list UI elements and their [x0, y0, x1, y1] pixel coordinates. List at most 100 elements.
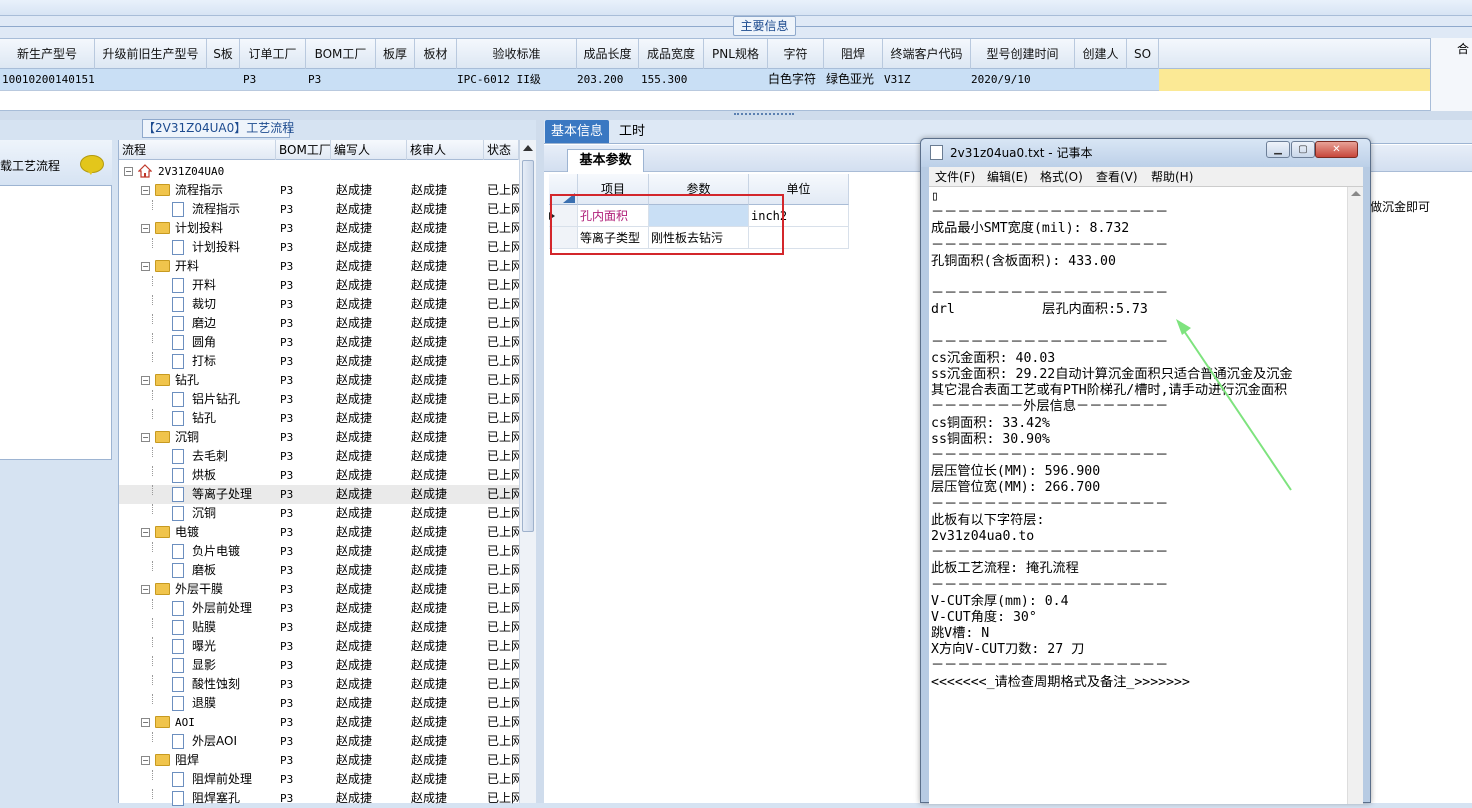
- tree-row[interactable]: 曝光 P3 赵成捷 赵成捷 已上网: [119, 637, 519, 656]
- col-header-status[interactable]: 状态: [484, 140, 519, 160]
- notepad-scrollbar[interactable]: [1347, 187, 1363, 804]
- col-header[interactable]: 板材: [415, 39, 457, 69]
- menu-format[interactable]: 格式(O): [1040, 167, 1083, 187]
- minimize-icon[interactable]: ▁: [1266, 141, 1290, 158]
- col-header[interactable]: 终端客户代码: [883, 39, 971, 69]
- tree-node-label: 贴膜: [192, 620, 217, 634]
- scroll-up-icon[interactable]: [523, 145, 533, 151]
- tree-row[interactable]: − 沉铜 P3 赵成捷 赵成捷 已上网: [119, 428, 519, 447]
- tree-row[interactable]: 外层前处理 P3 赵成捷 赵成捷 已上网: [119, 599, 519, 618]
- splitter-grip-icon[interactable]: [734, 113, 794, 117]
- maximize-icon[interactable]: ▢: [1291, 141, 1315, 158]
- tree-row[interactable]: 裁切 P3 赵成捷 赵成捷 已上网: [119, 295, 519, 314]
- col-header[interactable]: PNL规格: [704, 39, 768, 69]
- col-header[interactable]: 升级前旧生产型号: [95, 39, 207, 69]
- collapse-icon[interactable]: −: [141, 433, 150, 442]
- col-header[interactable]: 阻焊: [824, 39, 883, 69]
- tree-row[interactable]: 显影 P3 赵成捷 赵成捷 已上网: [119, 656, 519, 675]
- tree-row[interactable]: 退膜 P3 赵成捷 赵成捷 已上网: [119, 694, 519, 713]
- menu-edit[interactable]: 编辑(E): [987, 167, 1028, 187]
- tree-row[interactable]: 流程指示 P3 赵成捷 赵成捷 已上网: [119, 200, 519, 219]
- col-header-reviewer[interactable]: 核审人: [407, 140, 484, 160]
- col-header[interactable]: S板: [207, 39, 240, 69]
- tree-row[interactable]: − 阻焊 P3 赵成捷 赵成捷 已上网: [119, 751, 519, 770]
- tab-basic-params[interactable]: 基本参数: [567, 149, 644, 172]
- tree-bom-factory: P3: [280, 564, 294, 577]
- tree-row[interactable]: 去毛刺 P3 赵成捷 赵成捷 已上网: [119, 447, 519, 466]
- tree-row[interactable]: − AOI P3 赵成捷 赵成捷 已上网: [119, 713, 519, 732]
- collapse-icon[interactable]: −: [141, 528, 150, 537]
- tree-bom-factory: P3: [280, 754, 294, 767]
- notepad-titlebar[interactable]: 2v31z04ua0.txt - 记事本 ▁ ▢ ✕: [921, 139, 1370, 167]
- scroll-thumb[interactable]: [522, 160, 534, 532]
- collapse-icon[interactable]: −: [141, 262, 150, 271]
- tree-row[interactable]: 圆角 P3 赵成捷 赵成捷 已上网: [119, 333, 519, 352]
- tree-row[interactable]: 钻孔 P3 赵成捷 赵成捷 已上网: [119, 409, 519, 428]
- chat-bubble-icon[interactable]: [80, 155, 104, 175]
- col-header[interactable]: 成品宽度: [639, 39, 704, 69]
- main-info-label[interactable]: 主要信息: [733, 16, 796, 36]
- menu-help[interactable]: 帮助(H): [1151, 167, 1193, 187]
- tree-row[interactable]: − 电镀 P3 赵成捷 赵成捷 已上网: [119, 523, 519, 542]
- tree-reviewer: 赵成捷: [411, 183, 448, 197]
- cell-width: 155.300: [641, 73, 688, 86]
- col-header[interactable]: SO: [1127, 39, 1159, 69]
- cell-acceptance-standard: IPC-6012 II级: [457, 73, 541, 86]
- col-header[interactable]: 板厚: [376, 39, 415, 69]
- menu-file[interactable]: 文件(F): [935, 167, 975, 187]
- col-header[interactable]: 验收标准: [457, 39, 577, 69]
- tab-basic-info[interactable]: 基本信息: [545, 120, 609, 143]
- col-header[interactable]: 字符: [768, 39, 824, 69]
- tree-row[interactable]: − 计划投料 P3 赵成捷 赵成捷 已上网: [119, 219, 519, 238]
- col-header[interactable]: 成品长度: [577, 39, 639, 69]
- tree-row[interactable]: 阻焊塞孔 P3 赵成捷 赵成捷 已上网: [119, 789, 519, 808]
- collapse-icon[interactable]: −: [141, 224, 150, 233]
- tree-author: 赵成捷: [336, 506, 373, 520]
- tree-status: 已上网: [487, 506, 519, 520]
- col-header[interactable]: 创建人: [1075, 39, 1127, 69]
- scroll-up-icon[interactable]: [1351, 191, 1361, 196]
- col-header-author[interactable]: 编写人: [331, 140, 407, 160]
- tree-row[interactable]: 负片电镀 P3 赵成捷 赵成捷 已上网: [119, 542, 519, 561]
- tree-row[interactable]: 烘板 P3 赵成捷 赵成捷 已上网: [119, 466, 519, 485]
- col-header[interactable]: BOM工厂: [306, 39, 376, 69]
- tree-row[interactable]: − 钻孔 P3 赵成捷 赵成捷 已上网: [119, 371, 519, 390]
- tree-row[interactable]: 外层AOI P3 赵成捷 赵成捷 已上网: [119, 732, 519, 751]
- collapse-icon[interactable]: −: [141, 186, 150, 195]
- col-header[interactable]: 型号创建时间: [971, 39, 1075, 69]
- tree-row[interactable]: 打标 P3 赵成捷 赵成捷 已上网: [119, 352, 519, 371]
- tree-reviewer: 赵成捷: [411, 259, 448, 273]
- tree-row[interactable]: 计划投料 P3 赵成捷 赵成捷 已上网: [119, 238, 519, 257]
- tree-row[interactable]: 贴膜 P3 赵成捷 赵成捷 已上网: [119, 618, 519, 637]
- collapse-icon[interactable]: −: [141, 718, 150, 727]
- tree-row[interactable]: − 外层干膜 P3 赵成捷 赵成捷 已上网: [119, 580, 519, 599]
- tree-row[interactable]: 沉铜 P3 赵成捷 赵成捷 已上网: [119, 504, 519, 523]
- tree-row[interactable]: − 2V31Z04UA0: [119, 162, 519, 181]
- tree-row[interactable]: 铝片钻孔 P3 赵成捷 赵成捷 已上网: [119, 390, 519, 409]
- col-header-bom[interactable]: BOM工厂: [276, 140, 331, 160]
- tree-row[interactable]: − 流程指示 P3 赵成捷 赵成捷 已上网: [119, 181, 519, 200]
- collapse-icon[interactable]: −: [141, 756, 150, 765]
- col-header-flow[interactable]: 流程: [119, 140, 276, 160]
- document-icon: [172, 601, 184, 616]
- tree-scrollbar[interactable]: [519, 140, 536, 803]
- tree-row[interactable]: 阻焊前处理 P3 赵成捷 赵成捷 已上网: [119, 770, 519, 789]
- tab-work-hours[interactable]: 工时: [619, 120, 645, 143]
- menu-view[interactable]: 查看(V): [1096, 167, 1138, 187]
- collapse-icon[interactable]: −: [124, 167, 133, 176]
- col-header[interactable]: 订单工厂: [240, 39, 306, 69]
- col-header[interactable]: 新生产型号: [0, 39, 95, 69]
- left-panel-header[interactable]: 载工艺流程: [0, 140, 112, 186]
- tree-row[interactable]: 等离子处理 P3 赵成捷 赵成捷 已上网: [119, 485, 519, 504]
- tree-row[interactable]: 磨边 P3 赵成捷 赵成捷 已上网: [119, 314, 519, 333]
- tree-row[interactable]: − 开料 P3 赵成捷 赵成捷 已上网: [119, 257, 519, 276]
- collapse-icon[interactable]: −: [141, 585, 150, 594]
- tree-row[interactable]: 开料 P3 赵成捷 赵成捷 已上网: [119, 276, 519, 295]
- close-icon[interactable]: ✕: [1315, 141, 1358, 158]
- tree-bom-factory: P3: [280, 317, 294, 330]
- tree-row[interactable]: 磨板 P3 赵成捷 赵成捷 已上网: [119, 561, 519, 580]
- tree-row[interactable]: 酸性蚀刻 P3 赵成捷 赵成捷 已上网: [119, 675, 519, 694]
- collapse-icon[interactable]: −: [141, 376, 150, 385]
- vertical-splitter[interactable]: [536, 120, 544, 803]
- load-process-label[interactable]: 载工艺流程: [0, 157, 60, 174]
